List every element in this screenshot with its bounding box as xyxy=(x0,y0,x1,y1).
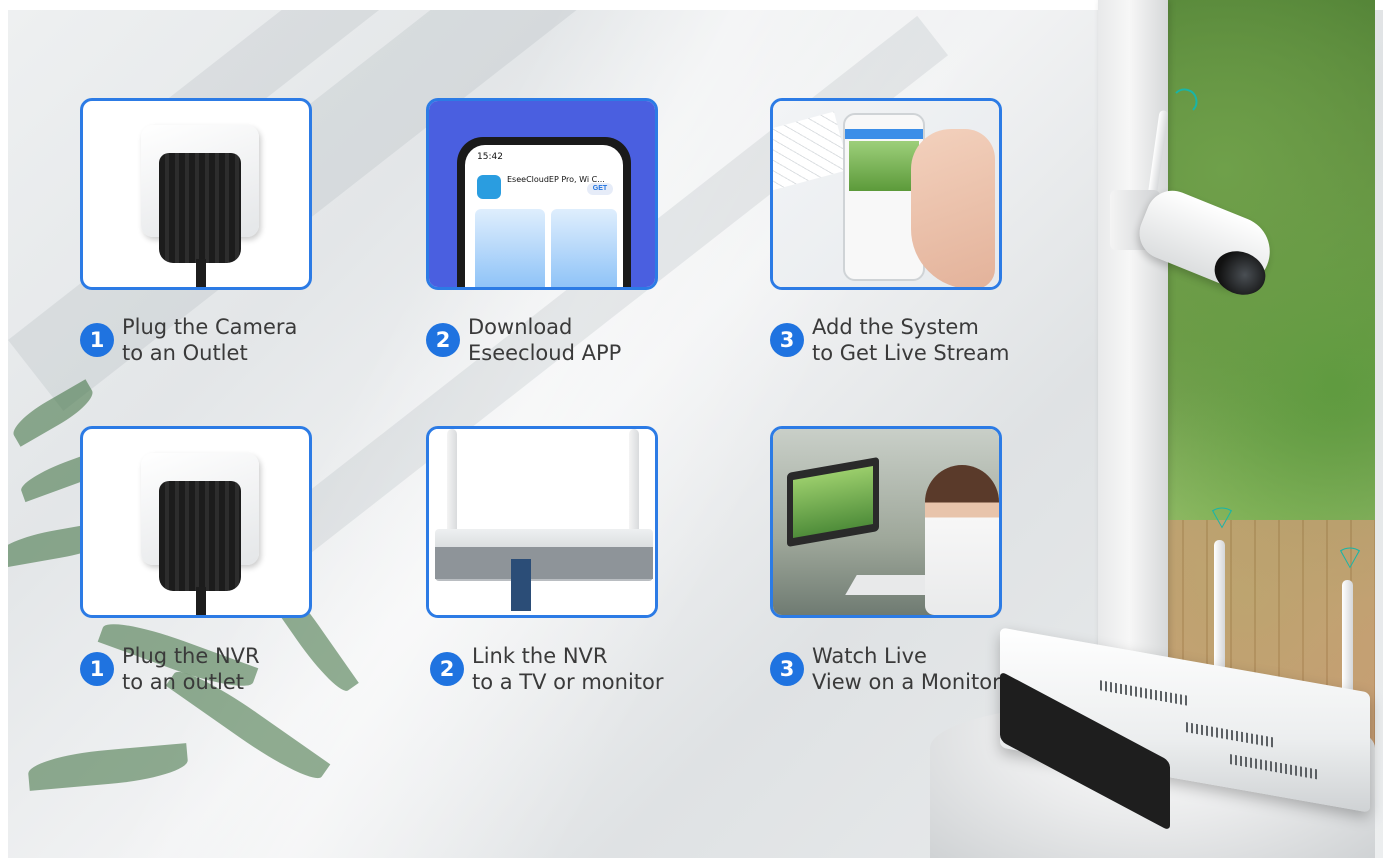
step-label: Watch Live View on a Monitor xyxy=(812,643,1001,695)
white-pillar xyxy=(1098,0,1168,700)
phone-time: 15:42 xyxy=(477,152,503,162)
step-number-badge: 2 xyxy=(426,323,460,357)
power-adapter-icon xyxy=(159,481,241,591)
step-line-2: to Get Live Stream xyxy=(812,341,1010,365)
power-adapter-icon xyxy=(159,153,241,263)
step-line-1: Watch Live xyxy=(812,644,927,668)
person-at-desk xyxy=(925,465,999,615)
card-link-nvr xyxy=(426,426,658,618)
step-line-1: Plug the Camera xyxy=(122,315,298,339)
step-plug-nvr: 1 Plug the NVR to an outlet xyxy=(80,643,260,695)
step-number-badge: 1 xyxy=(80,652,114,686)
step-line-1: Download xyxy=(468,315,573,339)
step-watch-live: 3 Watch Live View on a Monitor xyxy=(770,643,1001,695)
wifi-signal-icon: ⌔ xyxy=(1334,538,1366,578)
step-number-badge: 2 xyxy=(430,652,464,686)
app-screenshot xyxy=(475,209,545,287)
step-line-2: to an outlet xyxy=(122,670,244,694)
step-label: Plug the NVR to an outlet xyxy=(122,643,260,695)
card-download-app: 15:42 EseeCloudEP Pro, Wi C... GET xyxy=(426,98,658,290)
nvr-antenna xyxy=(1214,540,1225,680)
step-number-badge: 3 xyxy=(770,323,804,357)
card-watch-live xyxy=(770,426,1002,618)
power-cable xyxy=(196,587,206,615)
app-store-screen: 15:42 EseeCloudEP Pro, Wi C... GET xyxy=(465,145,623,287)
step-link-nvr: 2 Link the NVR to a TV or monitor xyxy=(430,643,664,695)
card-add-system xyxy=(770,98,1002,290)
live-video xyxy=(849,141,919,191)
step-line-1: Link the NVR xyxy=(472,644,608,668)
step-line-1: Add the System xyxy=(812,315,979,339)
wifi-signal-icon: ⌔ xyxy=(1206,498,1238,538)
step-line-2: View on a Monitor xyxy=(812,670,1001,694)
step-label: Plug the Camera to an Outlet xyxy=(122,314,297,366)
step-add-system: 3 Add the System to Get Live Stream xyxy=(770,314,1009,366)
app-screenshot xyxy=(551,209,617,287)
smartphone: 15:42 EseeCloudEP Pro, Wi C... GET xyxy=(457,137,631,287)
power-cable xyxy=(196,259,206,287)
step-number-badge: 3 xyxy=(770,652,804,686)
step-label: Link the NVR to a TV or monitor xyxy=(472,643,664,695)
vga-connector-icon xyxy=(511,559,531,611)
step-number-badge: 1 xyxy=(80,323,114,357)
step-line-2: Eseecloud APP xyxy=(468,341,622,365)
eseecloud-app-icon xyxy=(477,175,501,199)
card-plug-nvr xyxy=(80,426,312,618)
step-line-2: to an Outlet xyxy=(122,341,248,365)
get-button[interactable]: GET xyxy=(587,183,613,195)
step-line-1: Plug the NVR xyxy=(122,644,260,668)
step-plug-camera: 1 Plug the Camera to an Outlet xyxy=(80,314,297,366)
card-plug-camera xyxy=(80,98,312,290)
palm-leaf xyxy=(26,743,190,791)
step-label: Add the System to Get Live Stream xyxy=(812,314,1009,366)
step-line-2: to a TV or monitor xyxy=(472,670,664,694)
step-label: Download Eseecloud APP xyxy=(468,314,621,366)
app-header-bar xyxy=(845,129,923,139)
hand xyxy=(911,129,995,287)
step-download-app: 2 Download Eseecloud APP xyxy=(426,314,621,366)
nvr-rear-panel xyxy=(435,547,653,579)
nvr-card-background xyxy=(429,429,655,615)
